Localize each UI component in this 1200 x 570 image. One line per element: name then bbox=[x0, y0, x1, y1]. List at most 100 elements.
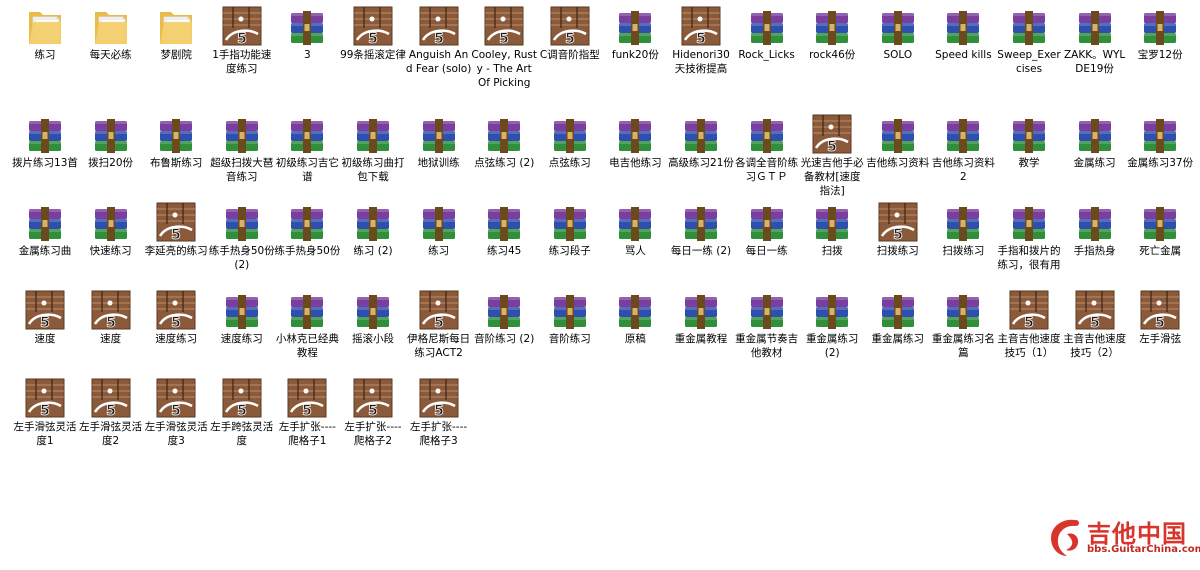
file-item[interactable]: 摇滚小段 bbox=[340, 288, 406, 346]
guitar-pro-file-icon: 5 bbox=[155, 288, 197, 330]
file-item[interactable]: 5 速度 bbox=[78, 288, 144, 346]
file-item[interactable]: 宝罗12份 bbox=[1127, 4, 1193, 62]
file-item[interactable]: 5 C调音阶指型 bbox=[537, 4, 603, 62]
file-item[interactable]: 每天必练 bbox=[78, 4, 144, 62]
file-item[interactable]: 初级练习吉它谱 bbox=[274, 112, 340, 184]
file-item[interactable]: 5 李延亮的练习 bbox=[143, 200, 209, 258]
file-item[interactable]: 5 主音吉他速度技巧（2） bbox=[1062, 288, 1128, 360]
file-item[interactable]: 原稿 bbox=[602, 288, 668, 346]
file-item-label: 速度 bbox=[34, 333, 56, 345]
file-item[interactable]: 小林克已经典教程 bbox=[274, 288, 340, 360]
file-item[interactable]: 扫拨练习 bbox=[930, 200, 996, 258]
file-item[interactable]: 5 左手滑弦灵活度1 bbox=[12, 376, 78, 448]
file-item[interactable]: 重金属练习 bbox=[865, 288, 931, 346]
file-item[interactable]: 5 速度 bbox=[12, 288, 78, 346]
file-item[interactable]: 3 bbox=[274, 4, 340, 62]
file-item-label: 主音吉他速度技巧（1） bbox=[997, 333, 1061, 359]
file-item[interactable]: 5 左手跨弦灵活度 bbox=[209, 376, 275, 448]
file-item[interactable]: 高级练习21份 bbox=[668, 112, 734, 170]
file-item[interactable]: 布鲁斯练习 bbox=[143, 112, 209, 170]
file-item[interactable]: 超级扫拨大琶音练习 bbox=[209, 112, 275, 184]
file-item[interactable]: 5 左手扩张----爬格子3 bbox=[406, 376, 472, 448]
file-item[interactable]: 梦剧院 bbox=[143, 4, 209, 62]
guitar-pro-file-icon: 5 bbox=[1139, 288, 1181, 330]
file-item[interactable]: 5 99条摇滚定律 bbox=[340, 4, 406, 62]
file-item[interactable]: 5 左手扩张----爬格子1 bbox=[274, 376, 340, 448]
file-item[interactable]: 每日一练 bbox=[734, 200, 800, 258]
file-item[interactable]: 拨片练习13首 bbox=[12, 112, 78, 170]
file-item[interactable]: 音阶练习 bbox=[537, 288, 603, 346]
file-item[interactable]: Speed kills bbox=[930, 4, 996, 62]
file-item[interactable]: 练手热身50份 bbox=[274, 200, 340, 258]
file-item[interactable]: 死亡金属 bbox=[1127, 200, 1193, 258]
file-item[interactable]: 电吉他练习 bbox=[602, 112, 668, 170]
file-item[interactable]: 吉他练习资料 bbox=[865, 112, 931, 170]
file-item[interactable]: 教学 bbox=[996, 112, 1062, 170]
file-item[interactable]: 5 主音吉他速度技巧（1） bbox=[996, 288, 1062, 360]
file-item[interactable]: 速度练习 bbox=[209, 288, 275, 346]
file-item[interactable]: ZAKK。WYLDE19份 bbox=[1062, 4, 1128, 76]
file-item[interactable]: 练习段子 bbox=[537, 200, 603, 258]
file-item[interactable]: 初级练习曲打包下载 bbox=[340, 112, 406, 184]
file-item[interactable]: 音阶练习 (2) bbox=[471, 288, 537, 346]
file-item[interactable]: 骂人 bbox=[602, 200, 668, 258]
file-item[interactable]: 重金属教程 bbox=[668, 288, 734, 346]
file-item-label: 3 bbox=[304, 49, 311, 61]
file-item[interactable]: 练习 bbox=[406, 200, 472, 258]
file-item[interactable]: 练手热身50份 (2) bbox=[209, 200, 275, 272]
file-item[interactable]: 5 左手扩张----爬格子2 bbox=[340, 376, 406, 448]
file-item[interactable]: 5 Cooley, Rusty - The Art Of Picking bbox=[471, 4, 537, 90]
file-item[interactable]: 重金属练习名篇 bbox=[930, 288, 996, 360]
file-item[interactable]: 5 Hidenori30天技術提高 bbox=[668, 4, 734, 76]
file-item-label: 梦剧院 bbox=[160, 49, 192, 61]
file-item[interactable]: 5 1手指功能速度练习 bbox=[209, 4, 275, 76]
rar-archive-icon bbox=[942, 288, 984, 330]
file-item-label: 初级练习曲打包下载 bbox=[341, 157, 405, 183]
guitar-pro-file-icon: 5 bbox=[549, 4, 591, 46]
file-item-label: 扫拨 bbox=[821, 245, 843, 257]
guitar-pro-file-icon: 5 bbox=[221, 4, 263, 46]
svg-text:5: 5 bbox=[171, 403, 181, 418]
file-item[interactable]: 各调全音阶练习ＧＴＰ bbox=[734, 112, 800, 184]
file-item[interactable]: 5 光速吉他手必备教材[速度指法] bbox=[799, 112, 865, 198]
file-item[interactable]: 5 伊格尼斯每日练习ACT2 bbox=[406, 288, 472, 360]
file-item[interactable]: 快速练习 bbox=[78, 200, 144, 258]
file-item[interactable]: Sweep_Exercises bbox=[996, 4, 1062, 76]
file-item[interactable]: 地狱训练 bbox=[406, 112, 472, 170]
file-item[interactable]: 手指和拨片的练习，很有用 bbox=[996, 200, 1062, 272]
file-item[interactable]: 练习 bbox=[12, 4, 78, 62]
file-item[interactable]: rock46份 bbox=[799, 4, 865, 62]
rar-archive-icon bbox=[549, 200, 591, 242]
file-item[interactable]: 重金属练习 (2) bbox=[799, 288, 865, 360]
file-item[interactable]: Rock_Licks bbox=[734, 4, 800, 62]
rar-archive-icon bbox=[221, 288, 263, 330]
file-item-label: 左手扩张----爬格子3 bbox=[410, 421, 468, 447]
file-item[interactable]: SOLO bbox=[865, 4, 931, 62]
file-item-label: 左手滑弦灵活度2 bbox=[79, 421, 143, 447]
svg-text:5: 5 bbox=[827, 139, 837, 154]
file-item[interactable]: 吉他练习资料2 bbox=[930, 112, 996, 184]
guitar-pro-file-icon: 5 bbox=[155, 200, 197, 242]
file-item[interactable]: 点弦练习 (2) bbox=[471, 112, 537, 170]
file-item[interactable]: 练习45 bbox=[471, 200, 537, 258]
file-item[interactable]: 5 扫拨练习 bbox=[865, 200, 931, 258]
file-item[interactable]: 练习 (2) bbox=[340, 200, 406, 258]
file-item[interactable]: 手指热身 bbox=[1062, 200, 1128, 258]
svg-text:5: 5 bbox=[40, 403, 50, 418]
file-item[interactable]: 重金属节奏吉他教材 bbox=[734, 288, 800, 360]
file-item[interactable]: 每日一练 (2) bbox=[668, 200, 734, 258]
file-item[interactable]: funk20份 bbox=[602, 4, 668, 62]
file-item[interactable]: 金属练习37份 bbox=[1127, 112, 1193, 170]
file-item[interactable]: 5 左手滑弦灵活度3 bbox=[143, 376, 209, 448]
file-item[interactable]: 金属练习 bbox=[1062, 112, 1128, 170]
file-item[interactable]: 5 左手滑弦灵活度2 bbox=[78, 376, 144, 448]
file-item[interactable]: 点弦练习 bbox=[537, 112, 603, 170]
file-item-label: 练习 bbox=[34, 49, 56, 61]
file-item[interactable]: 拨扫20份 bbox=[78, 112, 144, 170]
rar-archive-icon bbox=[90, 200, 132, 242]
file-item[interactable]: 5 左手滑弦 bbox=[1127, 288, 1193, 346]
file-item[interactable]: 5 Anguish And Fear (solo) bbox=[406, 4, 472, 76]
file-item[interactable]: 扫拨 bbox=[799, 200, 865, 258]
file-item[interactable]: 金属练习曲 bbox=[12, 200, 78, 258]
file-item[interactable]: 5 速度练习 bbox=[143, 288, 209, 346]
